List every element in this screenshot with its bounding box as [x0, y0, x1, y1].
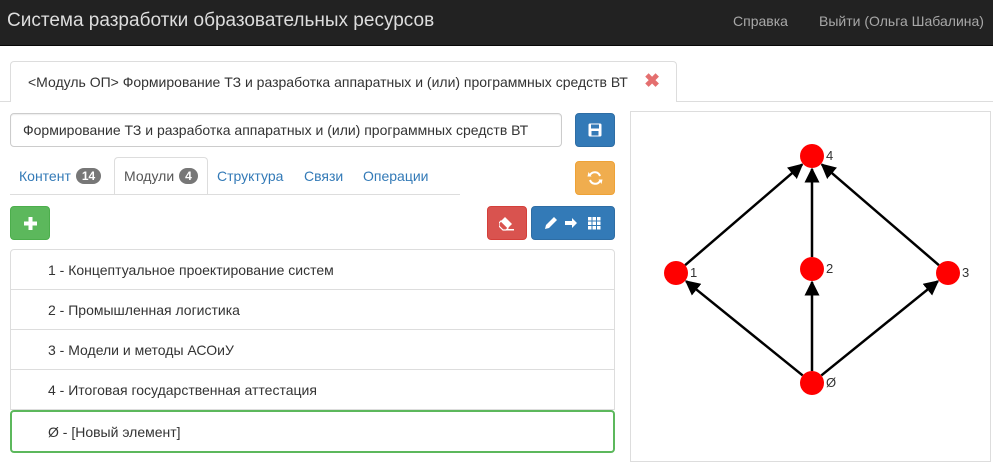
graph-node-4: [800, 144, 824, 168]
tab-modules-badge: 4: [179, 168, 198, 184]
add-button[interactable]: [10, 206, 50, 240]
save-button[interactable]: [575, 113, 615, 147]
graph-edge-0-1: [684, 280, 804, 377]
navbar: Система разработки образовательных ресур…: [0, 0, 993, 46]
tabs-border: [10, 194, 460, 195]
erase-button[interactable]: [487, 206, 527, 240]
refresh-button[interactable]: [575, 161, 615, 195]
structure-graph-panel: 4 1 2 3 Ø: [630, 111, 991, 462]
graph-node-label-2: 2: [826, 261, 833, 276]
tab-content-label: Контент: [19, 168, 71, 184]
document-tab[interactable]: <Модуль ОП> Формирование ТЗ и разработка…: [10, 61, 677, 102]
graph-node-label-1: 1: [690, 265, 697, 280]
graph-node-3: [936, 261, 960, 285]
pencil-arrow-grid-icon: [545, 217, 601, 230]
tab-operations[interactable]: Операции: [354, 157, 438, 195]
graph-node-label-0: Ø: [826, 375, 836, 390]
tab-content[interactable]: Контент 14: [10, 157, 110, 195]
graph-edge-0-3: [820, 280, 940, 377]
list-item[interactable]: 3 - Модели и методы АСОиУ: [10, 329, 615, 370]
close-icon[interactable]: ✖: [644, 70, 660, 93]
tab-modules[interactable]: Модули 4: [114, 157, 208, 195]
graph-node-label-3: 3: [962, 265, 969, 280]
edit-to-grid-button[interactable]: [531, 206, 615, 240]
modules-list: 1 - Концептуальное проектирование систем…: [10, 249, 615, 453]
refresh-icon: [587, 171, 603, 185]
graph-node-2: [800, 257, 824, 281]
list-item[interactable]: 2 - Промышленная логистика: [10, 289, 615, 330]
app-title[interactable]: Система разработки образовательных ресур…: [7, 10, 434, 32]
logout-link[interactable]: Выйти (Ольга Шабалина): [819, 13, 984, 29]
plus-icon: [23, 216, 37, 230]
document-tab-label: <Модуль ОП> Формирование ТЗ и разработка…: [28, 74, 628, 90]
list-item[interactable]: 1 - Концептуальное проектирование систем: [10, 249, 615, 290]
graph-node-0: [800, 371, 824, 395]
structure-graph: 4 1 2 3 Ø: [664, 144, 969, 395]
graph-node-label-4: 4: [826, 148, 833, 163]
graph-node-1: [664, 261, 688, 285]
help-link[interactable]: Справка: [733, 13, 788, 29]
list-item[interactable]: 4 - Итоговая государственная аттестация: [10, 369, 615, 410]
eraser-icon: [499, 216, 514, 231]
tab-content-badge: 14: [75, 168, 102, 184]
graph-edge-1-4: [684, 163, 804, 267]
graph-edge-3-4: [820, 163, 940, 267]
module-name-input[interactable]: [10, 113, 562, 147]
tab-links[interactable]: Связи: [295, 157, 352, 195]
tab-modules-label: Модули: [124, 168, 175, 184]
tab-structure[interactable]: Структура: [208, 157, 292, 195]
save-icon: [588, 123, 602, 137]
list-item-selected[interactable]: Ø - [Новый элемент]: [10, 410, 615, 453]
